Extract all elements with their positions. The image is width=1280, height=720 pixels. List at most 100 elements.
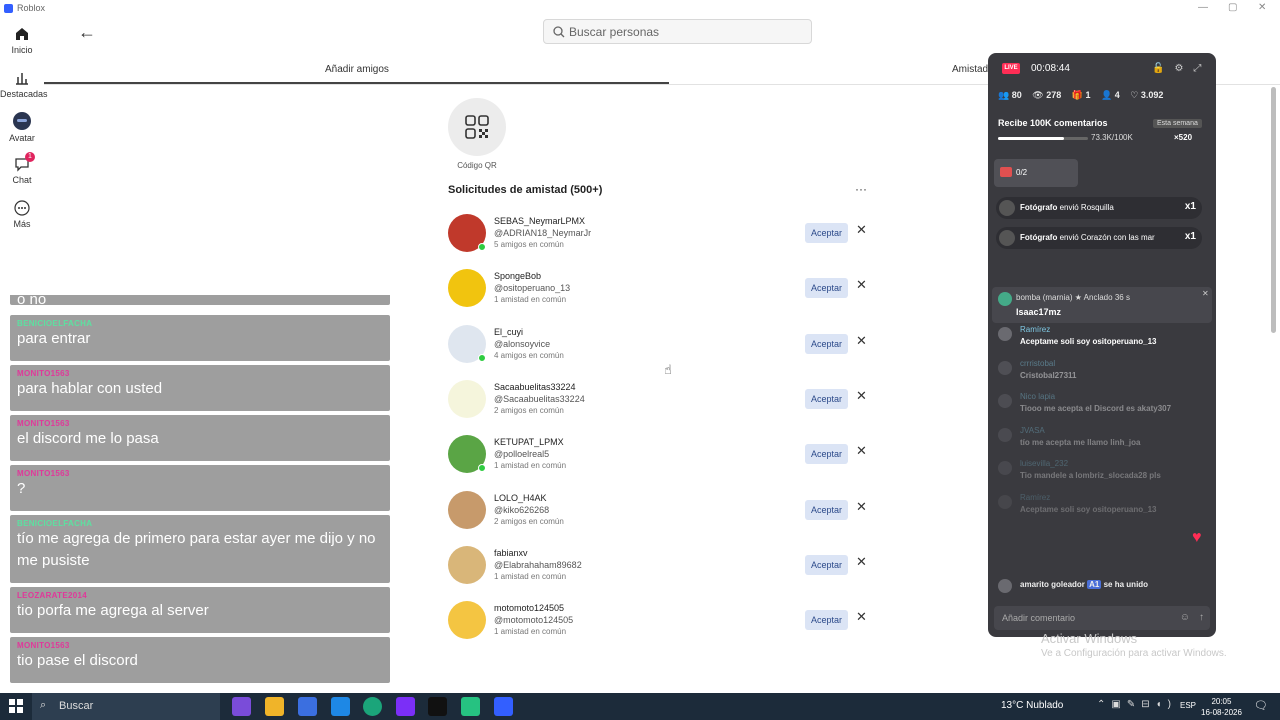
- scrollbar[interactable]: [1271, 87, 1276, 333]
- treasure-box[interactable]: 0/2: [994, 159, 1078, 187]
- gift-user: Fotógrafo: [1020, 233, 1058, 242]
- heart-icon: ♥: [1192, 529, 1202, 546]
- avatar[interactable]: [448, 379, 486, 418]
- roblox-icon[interactable]: [494, 697, 513, 716]
- close-icon[interactable]: ✕: [1202, 289, 1209, 298]
- close-window-icon[interactable]: ✕: [1258, 2, 1266, 13]
- sidebar-item-label: Inicio: [11, 45, 33, 55]
- request-username[interactable]: SpongeBob: [494, 271, 541, 281]
- avatar: [998, 461, 1012, 475]
- qr-code-label: Código QR: [457, 161, 497, 170]
- comment-user: Nico lapia: [1020, 392, 1056, 401]
- weather-widget[interactable]: 13°C Nublado: [1001, 700, 1063, 711]
- sidebar-item-destacadas[interactable]: Destacadas: [0, 70, 48, 99]
- decline-icon[interactable]: ✕: [856, 499, 867, 515]
- request-username[interactable]: LOLO_H4AK: [494, 493, 547, 503]
- request-username[interactable]: SEBAS_NeymarLPMX: [494, 216, 585, 226]
- live-badge: LIVE: [1002, 63, 1020, 74]
- chart-icon: [16, 73, 28, 85]
- taskbar-search[interactable]: ⌕ Buscar: [32, 693, 220, 720]
- maximize-icon[interactable]: ▢: [1228, 2, 1237, 13]
- avatar[interactable]: [448, 490, 486, 529]
- request-mutual: 1 amistad en común: [494, 295, 567, 305]
- roblox-logo-icon: [4, 3, 13, 13]
- requests-title: Solicitudes de amistad (500+): [448, 184, 603, 196]
- accept-button[interactable]: Aceptar: [805, 610, 848, 631]
- back-arrow-icon[interactable]: ←: [78, 22, 96, 43]
- chat-username: LEOZARATE2014: [17, 591, 87, 600]
- decline-icon[interactable]: ✕: [856, 388, 867, 404]
- search-input[interactable]: Buscar personas: [543, 19, 812, 44]
- minimize-icon[interactable]: —: [1198, 2, 1208, 13]
- accept-button[interactable]: Aceptar: [805, 333, 848, 354]
- accept-button[interactable]: Aceptar: [805, 223, 848, 243]
- notifications-icon[interactable]: 🗨: [1254, 699, 1268, 712]
- sidebar-item-mas[interactable]: Más: [0, 200, 44, 229]
- decline-icon[interactable]: ✕: [856, 609, 867, 625]
- copilot-icon[interactable]: [232, 697, 251, 716]
- comment-text: tío me acepta me llamo linh_joa: [1020, 437, 1141, 447]
- sidebar-item-chat[interactable]: 1 Chat: [0, 152, 44, 185]
- sidebar-item-inicio[interactable]: Inicio: [0, 26, 44, 55]
- clock[interactable]: 20:05 16-08-2026: [1201, 696, 1242, 718]
- tab-add-friends[interactable]: Añadir amigos: [325, 64, 389, 75]
- comment-user: Ramírez: [1020, 325, 1051, 334]
- chat-username: BENICIOELFACHA: [17, 519, 93, 528]
- gift-multiplier: x1: [1184, 231, 1196, 242]
- mail-icon[interactable]: [331, 697, 350, 716]
- decline-icon[interactable]: ✕: [856, 333, 867, 349]
- file-explorer-icon[interactable]: [265, 697, 284, 716]
- request-mutual: 1 amistad en común: [494, 627, 567, 637]
- comment-input[interactable]: Añadir comentario ☺ ↑: [994, 606, 1210, 630]
- request-mutual: 1 amistad en común: [494, 571, 567, 581]
- accept-button[interactable]: Aceptar: [805, 444, 848, 465]
- accept-button[interactable]: Aceptar: [805, 278, 848, 299]
- windows-start-icon[interactable]: [9, 699, 23, 713]
- chat-message: LEOZARATE2014 tio porfa me agrega al serv…: [10, 587, 390, 633]
- language-indicator[interactable]: ESP: [1180, 701, 1196, 710]
- accept-button[interactable]: Aceptar: [805, 388, 848, 409]
- request-username[interactable]: Sacaabuelitas33224: [494, 382, 576, 392]
- request-username[interactable]: motomoto124505: [494, 603, 564, 613]
- more-options-icon[interactable]: ···: [855, 182, 867, 196]
- live-controls[interactable]: 🔓⚙⤢: [1152, 63, 1211, 74]
- request-username[interactable]: KETUPAT_LPMX: [494, 437, 564, 447]
- goal-progress-fill: [998, 137, 1064, 140]
- sidebar-item-label: Avatar: [9, 133, 35, 143]
- qr-code-button[interactable]: [448, 98, 506, 156]
- request-username[interactable]: El_cuyi: [494, 327, 523, 337]
- live-studio-icon[interactable]: [461, 697, 480, 716]
- accept-button[interactable]: Aceptar: [805, 554, 848, 575]
- avatar: [999, 230, 1015, 246]
- sidebar-item-avatar[interactable]: Avatar: [0, 112, 44, 143]
- chat-text: para hablar con usted: [17, 380, 163, 397]
- avatar[interactable]: [448, 269, 486, 308]
- avatar[interactable]: [448, 601, 486, 640]
- discord-icon[interactable]: [396, 697, 415, 716]
- accept-button[interactable]: Aceptar: [805, 499, 848, 520]
- edge-icon[interactable]: [363, 697, 382, 716]
- avatar: [998, 579, 1012, 593]
- system-tray-icons[interactable]: ⌃▣✎⊟◖): [1097, 699, 1177, 710]
- gift-notification: Fotógrafo envió Rosquilla x1: [996, 197, 1202, 219]
- sidebar-item-label: Más: [13, 219, 31, 229]
- friend-request-row: LOLO_H4AK @kiko626268 2 amigos en común Ace…: [448, 488, 868, 538]
- activation-watermark-text: Ve a Configuración para activar Windows.: [1041, 648, 1227, 659]
- search-icon: [553, 25, 565, 37]
- online-status-dot: [478, 464, 486, 473]
- store-icon[interactable]: [298, 697, 317, 716]
- decline-icon[interactable]: ✕: [856, 443, 867, 459]
- decline-icon[interactable]: ✕: [856, 222, 867, 238]
- decline-icon[interactable]: ✕: [856, 554, 867, 570]
- live-stats: 👥 80 👁 278 🎁 1 👤 4 ♡ 3.092: [998, 90, 1171, 101]
- avatar[interactable]: [448, 545, 486, 584]
- emoji-icon[interactable]: ☺: [1180, 612, 1190, 623]
- request-username[interactable]: fabianxv: [494, 548, 528, 558]
- treasure-count: 0/2: [1016, 168, 1028, 177]
- decline-icon[interactable]: ✕: [856, 277, 867, 293]
- taskbar-search-label: Buscar: [59, 700, 94, 712]
- home-icon: [16, 28, 28, 40]
- request-mutual: 5 amigos en común: [494, 240, 564, 249]
- tiktok-icon[interactable]: [428, 697, 447, 716]
- send-icon[interactable]: ↑: [1199, 612, 1204, 623]
